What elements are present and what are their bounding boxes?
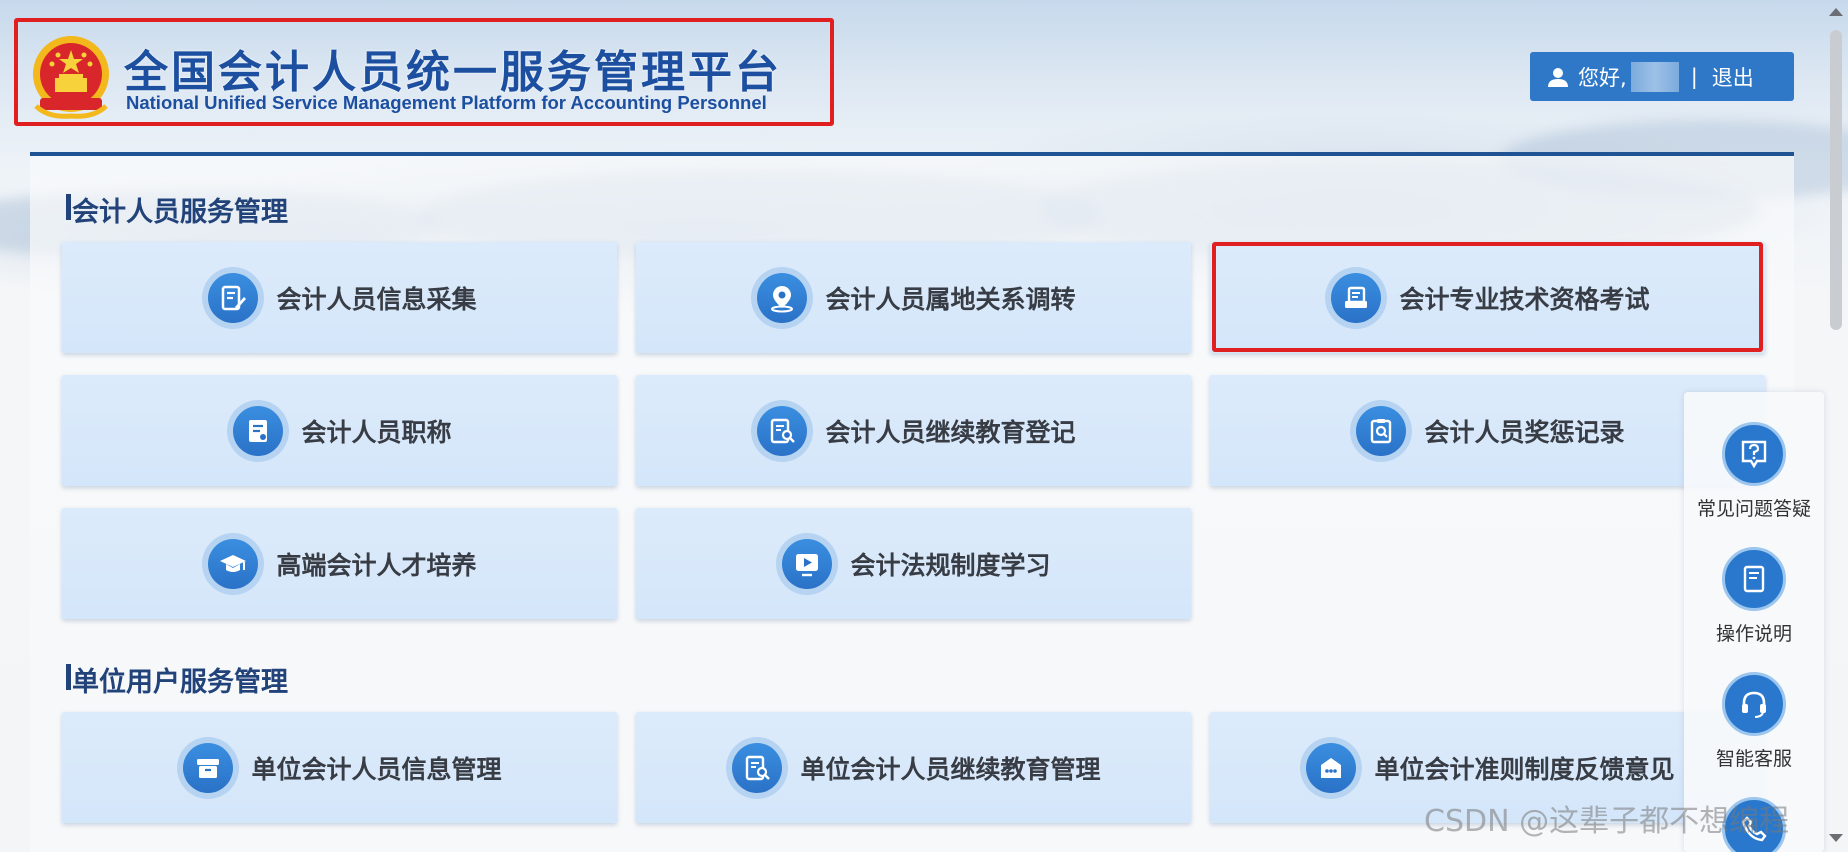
operation-guide-button[interactable]: 操作说明	[1684, 547, 1824, 646]
clipboard-search-icon	[1371, 418, 1392, 443]
card-label: 会计法规制度学习	[850, 550, 1051, 580]
headset-icon	[1742, 691, 1766, 718]
graduation-cap-icon	[220, 554, 247, 572]
platform-subtitle: National Unified Service Management Plat…	[126, 92, 767, 113]
card-label: 单位会计人员继续教育管理	[800, 754, 1101, 784]
faq-label: 常见问题答疑	[1696, 498, 1811, 520]
card-personnel-territorial-transfer[interactable]: 会计人员属地关系调转	[636, 242, 1191, 353]
section-title-unit: 单位用户服务管理	[66, 660, 288, 699]
card-label: 会计人员奖惩记录	[1424, 417, 1625, 447]
smart-support-label: 智能客服	[1715, 748, 1792, 770]
user-menu: 您好, | 退出	[1530, 52, 1794, 101]
card-continuing-education-registration[interactable]: 会计人员继续教育登记	[636, 375, 1191, 486]
card-label: 单位会计准则制度反馈意见	[1374, 754, 1675, 784]
card-personnel-professional-title[interactable]: 会计人员职称	[62, 375, 617, 486]
card-regulations-learning[interactable]: 会计法规制度学习	[636, 508, 1191, 619]
section-title-personnel: 会计人员服务管理	[66, 190, 288, 229]
watermark: CSDN @这辈子都不想编程	[1424, 804, 1790, 839]
manual-book-icon	[1743, 565, 1765, 593]
card-unit-personnel-info-management[interactable]: 单位会计人员信息管理	[62, 712, 617, 823]
card-label: 会计人员继续教育登记	[825, 417, 1076, 447]
logout-button[interactable]: 退出	[1712, 62, 1754, 92]
operation-guide-label: 操作说明	[1715, 623, 1792, 645]
document-search-icon	[746, 755, 771, 780]
greeting-text: 您好,	[1578, 65, 1627, 90]
feedback-bag-icon	[1321, 757, 1342, 778]
separator: |	[1690, 64, 1698, 89]
card-label: 单位会计人员信息管理	[251, 754, 502, 784]
form-edit-icon	[222, 285, 247, 310]
card-personnel-info-collection[interactable]: 会计人员信息采集	[62, 242, 617, 353]
faq-button[interactable]: 常见问题答疑	[1684, 422, 1824, 521]
card-personnel-rewards-penalties[interactable]: 会计人员奖惩记录	[1210, 375, 1765, 486]
card-senior-accounting-talent[interactable]: 高端会计人才培养	[62, 508, 617, 619]
card-label: 会计人员信息采集	[276, 284, 477, 314]
masked-username	[1630, 61, 1679, 92]
video-play-icon	[796, 553, 819, 576]
card-label: 会计人员属地关系调转	[825, 284, 1076, 314]
archive-box-icon	[197, 758, 220, 778]
card-label: 会计人员职称	[301, 417, 452, 447]
platform-title: 全国会计人员统一服务管理平台	[124, 47, 782, 98]
certificate-icon	[249, 419, 268, 442]
document-search-icon	[771, 418, 796, 443]
smart-support-button[interactable]: 智能客服	[1684, 672, 1824, 771]
floating-help-toolbar: 常见问题答疑 操作说明 智能客服	[1684, 392, 1824, 852]
scroll-up-arrow-icon[interactable]	[1829, 8, 1843, 16]
scroll-down-arrow-icon[interactable]	[1829, 834, 1843, 842]
card-label: 高端会计人才培养	[276, 550, 477, 580]
national-emblem-icon	[33, 36, 109, 119]
card-unit-continuing-education-management[interactable]: 单位会计人员继续教育管理	[636, 712, 1191, 823]
user-icon	[1548, 67, 1568, 87]
exam-card-highlight-box	[1212, 242, 1763, 352]
vertical-scrollbar[interactable]	[1830, 30, 1842, 330]
question-chat-icon	[1741, 440, 1767, 469]
location-pin-icon	[771, 285, 794, 312]
